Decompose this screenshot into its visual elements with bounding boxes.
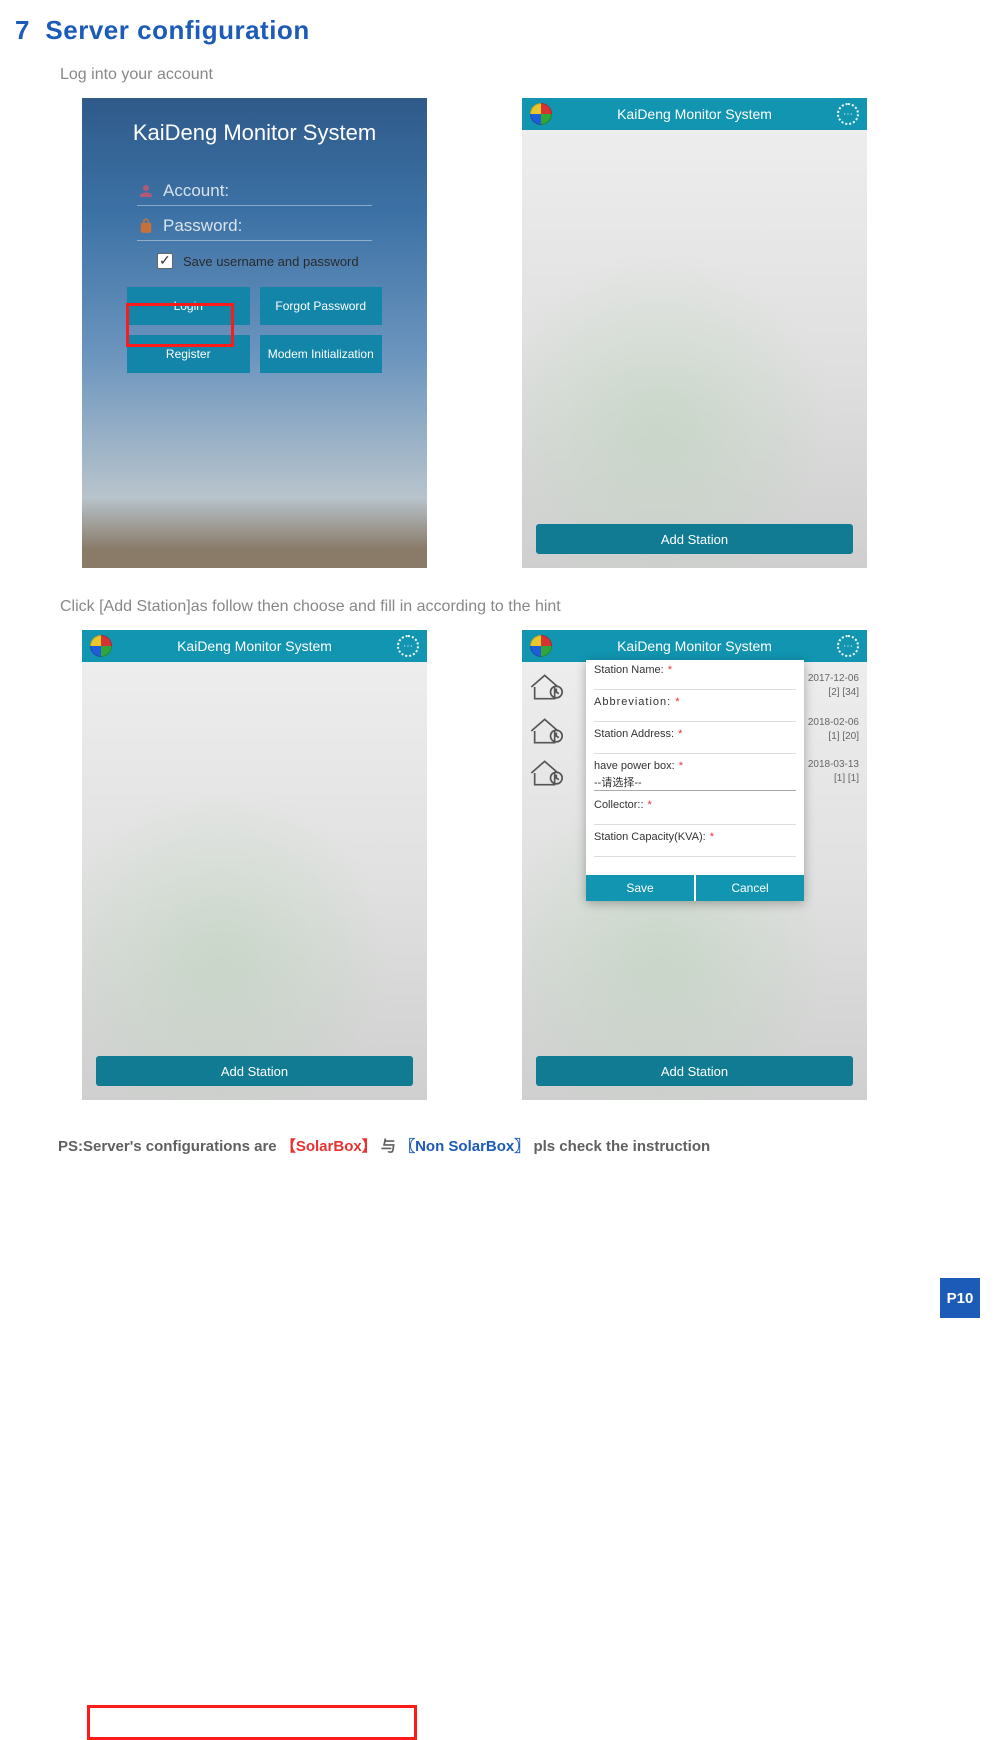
station-form-screenshot: KaiDeng Monitor System ⋯ 2017-12-06 [2] … — [522, 630, 867, 1100]
password-field[interactable]: Password: — [137, 216, 372, 241]
add-station-button-2[interactable]: Add Station — [96, 1056, 413, 1086]
header-title-3: KaiDeng Monitor System — [617, 638, 772, 654]
screenshot-row-2: KaiDeng Monitor System ⋯ Add Station Kai… — [0, 630, 1000, 1100]
station-form-dialog: Station Name:* Abbreviation:* Station Ad… — [586, 660, 804, 901]
person-icon — [137, 182, 155, 200]
forgot-password-button[interactable]: Forgot Password — [260, 287, 383, 325]
modem-init-button[interactable]: Modem Initialization — [260, 335, 383, 373]
add-station-highlight-screenshot: KaiDeng Monitor System ⋯ Add Station — [82, 630, 427, 1100]
more-icon[interactable]: ⋯ — [837, 635, 859, 657]
login-title: KaiDeng Monitor System — [82, 98, 427, 171]
capacity-field[interactable]: Station Capacity(KVA):* — [586, 827, 804, 845]
power-box-select[interactable]: --请选择-- — [594, 774, 796, 791]
app-header-2: KaiDeng Monitor System ⋯ — [82, 630, 427, 662]
abbreviation-field[interactable]: Abbreviation:* — [586, 692, 804, 710]
kd-logo-icon — [530, 635, 552, 657]
account-field[interactable]: Account: — [137, 181, 372, 206]
station-address-field[interactable]: Station Address:* — [586, 724, 804, 742]
list-date-1: 2017-12-06 [2] [34] — [808, 672, 859, 700]
ps-note: PS:Server's configurations are 【SolarBox… — [0, 1110, 1000, 1156]
screenshot-row-1: KaiDeng Monitor System Account: Password… — [0, 98, 1000, 568]
collector-field[interactable]: Collector::* — [586, 795, 804, 813]
station-name-field[interactable]: Station Name:* — [586, 660, 804, 678]
save-button[interactable]: Save — [586, 875, 694, 901]
app-header-3: KaiDeng Monitor System ⋯ — [522, 630, 867, 662]
save-credentials-label: Save username and password — [183, 254, 359, 269]
nonsolarbox-text: Non SolarBox — [415, 1138, 514, 1155]
login-screenshot: KaiDeng Monitor System Account: Password… — [82, 98, 427, 568]
house-icon — [528, 758, 568, 788]
kd-logo-icon — [530, 103, 552, 125]
lock-icon — [137, 217, 155, 235]
add-station-button[interactable]: Add Station — [536, 524, 853, 554]
power-box-field: have power box:* — [586, 756, 804, 774]
page-number-badge: P10 — [940, 1278, 980, 1318]
add-station-button-3[interactable]: Add Station — [536, 1056, 853, 1086]
paragraph-1: Log into your account — [0, 46, 1000, 98]
header-title-2: KaiDeng Monitor System — [177, 638, 332, 654]
password-label: Password: — [163, 216, 242, 236]
section-number: 7 — [15, 15, 30, 45]
account-label: Account: — [163, 181, 229, 201]
house-icon — [528, 716, 568, 746]
section-heading: 7 Server configuration — [0, 0, 1000, 46]
highlight-login — [126, 303, 234, 347]
highlight-add-station — [87, 1705, 417, 1740]
checkbox-icon[interactable] — [157, 253, 173, 269]
house-icon — [528, 672, 568, 702]
app-header: KaiDeng Monitor System ⋯ — [522, 98, 867, 130]
empty-station-screenshot: KaiDeng Monitor System ⋯ Add Station — [522, 98, 867, 568]
more-icon[interactable]: ⋯ — [397, 635, 419, 657]
more-icon[interactable]: ⋯ — [837, 103, 859, 125]
save-credentials-row[interactable]: Save username and password — [157, 253, 427, 269]
header-title: KaiDeng Monitor System — [617, 106, 772, 122]
dialog-buttons: Save Cancel — [586, 875, 804, 901]
list-date-3: 2018-03-13 [1] [1] — [808, 758, 859, 786]
section-title: Server configuration — [45, 15, 309, 45]
list-date-2: 2018-02-06 [1] [20] — [808, 716, 859, 744]
paragraph-2: Click [Add Station]as follow then choose… — [0, 578, 1000, 630]
kd-logo-icon — [90, 635, 112, 657]
cancel-button[interactable]: Cancel — [696, 875, 804, 901]
solarbox-text: SolarBox — [296, 1138, 362, 1155]
